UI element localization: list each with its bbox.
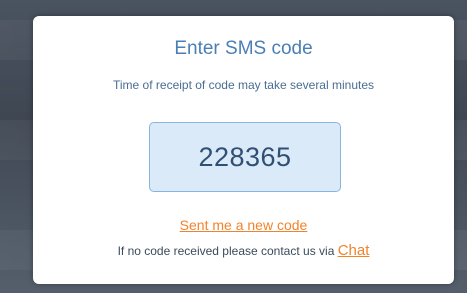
sms-code-dialog: Enter SMS code Time of receipt of code m… bbox=[33, 16, 454, 284]
dialog-title: Enter SMS code bbox=[174, 38, 313, 59]
contact-line: If no code received please contact us vi… bbox=[33, 242, 454, 259]
sms-code-input[interactable]: 228365 bbox=[149, 122, 341, 192]
chat-link[interactable]: Chat bbox=[338, 242, 370, 259]
resend-code-link[interactable]: Sent me a new code bbox=[33, 217, 454, 233]
dialog-subtitle: Time of receipt of code may take several… bbox=[113, 78, 374, 92]
contact-text: If no code received please contact us vi… bbox=[117, 244, 335, 258]
